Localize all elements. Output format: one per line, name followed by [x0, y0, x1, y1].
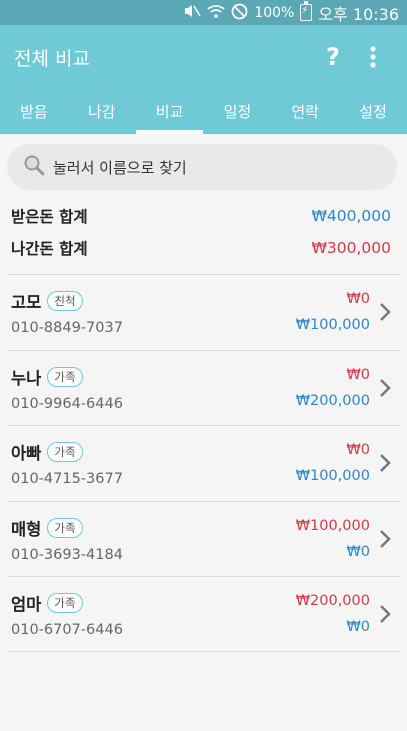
contact-phone: 010-4715-3677: [11, 471, 123, 488]
tab-sent[interactable]: 나감: [68, 89, 136, 134]
received-amount: ₩200,000: [295, 392, 370, 409]
received-total-value: ₩400,000: [311, 207, 391, 225]
wifi-icon: [207, 3, 225, 22]
received-amount: ₩100,000: [295, 468, 370, 485]
search-placeholder: 눌러서 이름으로 찾기: [53, 158, 187, 177]
status-bar: 100% 오후 10:36: [0, 0, 407, 25]
tab-contacts[interactable]: 연락: [271, 89, 339, 134]
chevron-right-icon: [370, 529, 400, 549]
contact-name: 고모: [11, 293, 42, 313]
contact-name: 엄마: [11, 594, 42, 614]
received-amount: ₩0: [346, 543, 370, 560]
more-vert-icon[interactable]: [353, 37, 393, 77]
chevron-right-icon: [370, 378, 400, 398]
tab-schedule[interactable]: 일정: [203, 89, 271, 134]
relation-tag: 가족: [47, 442, 83, 463]
summary: 받은돈 합계 ₩400,000 나간돈 합계 ₩300,000: [0, 190, 407, 264]
chevron-right-icon: [370, 604, 400, 624]
search-input[interactable]: 눌러서 이름으로 찾기: [7, 144, 397, 190]
relation-tag: 가족: [47, 592, 83, 613]
battery-percent: 100%: [254, 4, 295, 21]
question-icon[interactable]: ?: [313, 37, 353, 77]
contact-phone: 010-8849-7037: [11, 320, 123, 337]
tab-settings[interactable]: 설정: [339, 89, 407, 134]
tab-received[interactable]: 받음: [0, 89, 68, 134]
page-title: 전체 비교: [14, 47, 90, 70]
contact-phone: 010-6707-6446: [11, 621, 123, 638]
app-bar: 전체 비교 ?: [0, 25, 407, 89]
relation-tag: 가족: [47, 366, 83, 387]
clock: 오후 10:36: [318, 4, 399, 24]
sent-total-row: 나간돈 합계 ₩300,000: [11, 232, 391, 264]
sent-amount: ₩0: [346, 291, 370, 308]
do-not-disturb-icon: [231, 3, 248, 23]
tab-bar: 받음 나감 비교 일정 연락 설정: [0, 89, 407, 134]
sent-total-label: 나간돈 합계: [11, 240, 88, 258]
sent-amount: ₩0: [346, 442, 370, 459]
relation-tag: 가족: [47, 517, 83, 538]
contact-phone: 010-9964-6446: [11, 395, 123, 412]
contact-phone: 010-3693-4184: [11, 546, 123, 563]
received-amount: ₩100,000: [295, 317, 370, 334]
content: 눌러서 이름으로 찾기 받은돈 합계 ₩400,000 나간돈 합계 ₩300,…: [0, 144, 407, 652]
contact-list: 고모 친척 010-8849-7037 ₩0 ₩100,000 누나 가족 01…: [0, 274, 407, 652]
chevron-right-icon: [370, 302, 400, 322]
sent-amount: ₩100,000: [295, 517, 370, 534]
tab-compare[interactable]: 비교: [135, 89, 204, 134]
list-item[interactable]: 누나 가족 010-9964-6446 ₩0 ₩200,000: [7, 349, 400, 426]
contact-name: 아빠: [11, 444, 42, 464]
received-amount: ₩0: [346, 618, 370, 635]
sent-total-value: ₩300,000: [311, 239, 391, 257]
sent-amount: ₩0: [346, 366, 370, 383]
received-total-row: 받은돈 합계 ₩400,000: [11, 200, 391, 232]
list-item[interactable]: 아빠 가족 010-4715-3677 ₩0 ₩100,000: [7, 425, 400, 501]
relation-tag: 친척: [47, 291, 83, 312]
chevron-right-icon: [370, 453, 400, 473]
battery-icon: [300, 1, 313, 21]
list-item[interactable]: 고모 친척 010-8849-7037 ₩0 ₩100,000: [7, 274, 400, 350]
list-item[interactable]: 엄마 가족 010-6707-6446 ₩200,000 ₩0: [7, 576, 400, 652]
contact-name: 매형: [11, 519, 42, 539]
received-total-label: 받은돈 합계: [11, 208, 88, 226]
search-icon: [23, 154, 45, 180]
mute-icon: [183, 3, 202, 22]
contact-name: 누나: [11, 368, 42, 388]
list-item[interactable]: 매형 가족 010-3693-4184 ₩100,000 ₩0: [7, 500, 400, 577]
sent-amount: ₩200,000: [295, 592, 370, 609]
